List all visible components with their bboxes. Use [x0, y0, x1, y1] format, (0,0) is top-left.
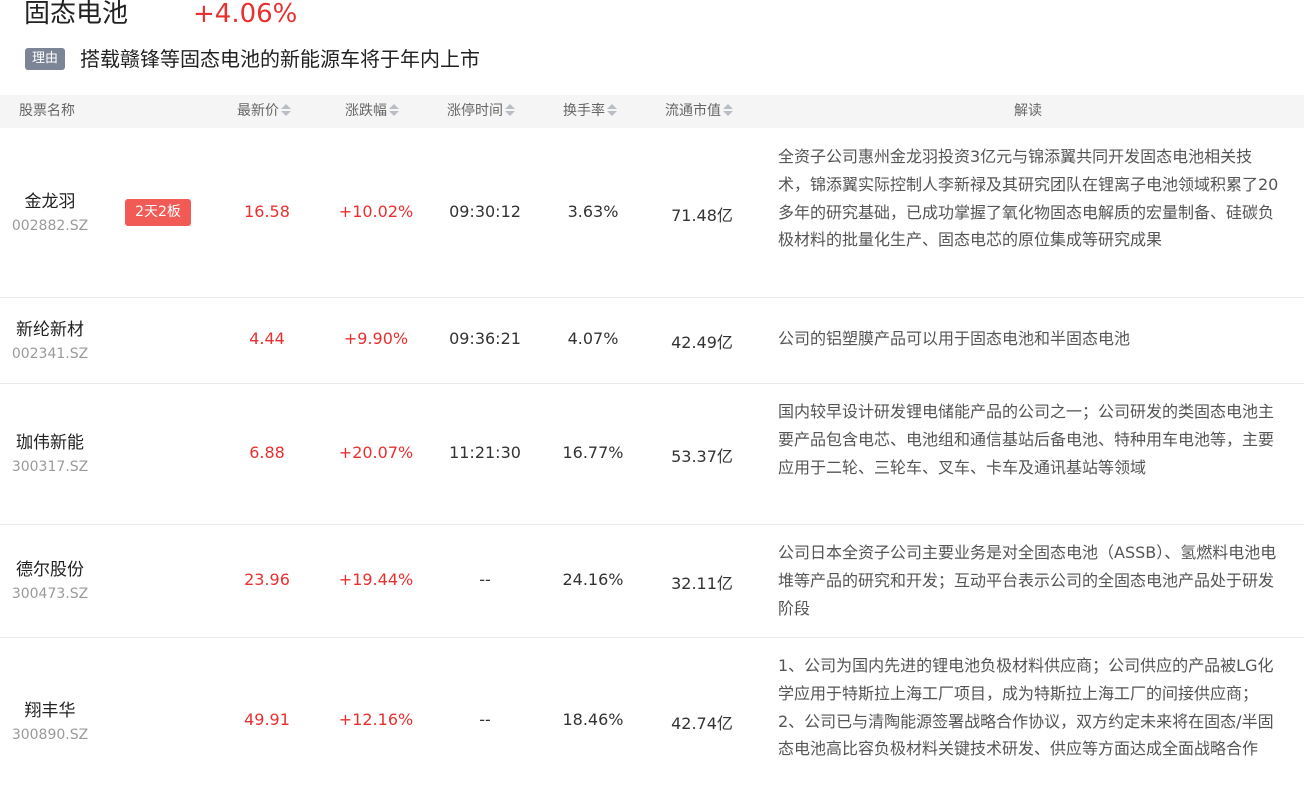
column-float-cap-label: 流通市值 — [665, 103, 721, 119]
stock-code: 300317.SZ — [11, 459, 89, 475]
float-market-cap: 32.11亿 — [671, 574, 733, 593]
column-price[interactable]: 最新价 — [237, 95, 291, 128]
limit-up-time: 09:30:12 — [449, 202, 521, 221]
stock-comment: 1、公司为国内先进的锂电池负极材料供应商；公司供应的产品被LG化学应用于特斯拉上… — [778, 656, 1274, 759]
sort-icon[interactable] — [389, 103, 399, 117]
stock-code: 002882.SZ — [11, 218, 89, 234]
stock-name[interactable]: 珈伟新能 — [0, 428, 100, 453]
table-header: 股票名称 最新价 涨跌幅 涨停时间 换手率 流通市值 解读 — [0, 95, 1304, 128]
column-float-cap[interactable]: 流通市值 — [665, 95, 733, 128]
reason-text: 搭载赣锋等固态电池的新能源车将于年内上市 — [80, 47, 480, 71]
table-row[interactable]: 新纶新材 002341.SZ 4.44 +9.90% 09:36:21 4.07… — [0, 298, 1304, 384]
turnover-rate: 4.07% — [567, 329, 619, 348]
sort-icon[interactable] — [607, 103, 617, 117]
sector-header: 固态电池 +4.06% 理由 搭载赣锋等固态电池的新能源车将于年内上市 — [0, 0, 1304, 95]
turnover-rate: 18.46% — [562, 710, 624, 729]
table-row[interactable]: 金龙羽 002882.SZ 2天2板 16.58 +10.02% 09:30:1… — [0, 128, 1304, 298]
limit-up-time: 09:36:21 — [449, 329, 521, 348]
price-change: +12.16% — [338, 710, 414, 729]
latest-price: 4.44 — [249, 329, 285, 348]
price-change: +19.44% — [338, 570, 414, 589]
stock-comment: 全资子公司惠州金龙羽投资3亿元与锦添翼共同开发固态电池相关技术，锦添翼实际控制人… — [778, 147, 1279, 250]
column-limit-time-label: 涨停时间 — [447, 103, 503, 119]
stock-name[interactable]: 新纶新材 — [0, 315, 100, 340]
latest-price: 6.88 — [249, 443, 285, 462]
table-row[interactable]: 德尔股份 300473.SZ 23.96 +19.44% -- 24.16% 3… — [0, 525, 1304, 638]
price-change: +9.90% — [343, 329, 409, 348]
column-name: 股票名称 — [19, 95, 75, 128]
column-price-label: 最新价 — [237, 103, 279, 119]
limit-up-time: 11:21:30 — [449, 443, 521, 462]
column-comment: 解读 — [1014, 95, 1042, 128]
price-change: +20.07% — [338, 443, 414, 462]
stock-comment: 公司的铝塑膜产品可以用于固态电池和半固态电池 — [778, 329, 1131, 348]
limit-up-time: -- — [479, 570, 491, 589]
turnover-rate: 16.77% — [562, 443, 624, 462]
float-market-cap: 71.48亿 — [671, 206, 733, 225]
price-change: +10.02% — [338, 202, 414, 221]
stock-code: 300890.SZ — [11, 727, 89, 743]
table-row[interactable]: 翔丰华 300890.SZ 49.91 +12.16% -- 18.46% 42… — [0, 638, 1304, 803]
column-turnover[interactable]: 换手率 — [563, 95, 617, 128]
column-turnover-label: 换手率 — [563, 103, 605, 119]
float-market-cap: 42.74亿 — [671, 714, 733, 733]
column-change-label: 涨跌幅 — [345, 103, 387, 119]
reason-tag: 理由 — [25, 48, 65, 70]
streak-badge: 2天2板 — [125, 199, 191, 226]
sort-icon[interactable] — [281, 103, 291, 117]
stock-code: 300473.SZ — [11, 586, 89, 602]
turnover-rate: 3.63% — [567, 202, 619, 221]
limit-up-time: -- — [479, 710, 491, 729]
sector-change: +4.06% — [193, 0, 298, 29]
sort-icon[interactable] — [505, 103, 515, 117]
column-change[interactable]: 涨跌幅 — [345, 95, 399, 128]
stock-name[interactable]: 金龙羽 — [0, 187, 100, 212]
sort-icon[interactable] — [723, 103, 733, 117]
latest-price: 16.58 — [244, 202, 290, 221]
column-name-label: 股票名称 — [19, 103, 75, 119]
latest-price: 23.96 — [244, 570, 290, 589]
stock-name[interactable]: 德尔股份 — [0, 555, 100, 580]
turnover-rate: 24.16% — [562, 570, 624, 589]
sector-name: 固态电池 — [24, 0, 129, 29]
column-limit-time[interactable]: 涨停时间 — [447, 95, 515, 128]
table-row[interactable]: 珈伟新能 300317.SZ 6.88 +20.07% 11:21:30 16.… — [0, 384, 1304, 525]
column-comment-label: 解读 — [1014, 103, 1042, 119]
stock-comment: 公司日本全资子公司主要业务是对全固态电池（ASSB）、氢燃料电池电堆等产品的研究… — [778, 543, 1277, 618]
float-market-cap: 42.49亿 — [671, 333, 733, 352]
stock-name[interactable]: 翔丰华 — [0, 696, 100, 721]
latest-price: 49.91 — [244, 710, 290, 729]
stock-comment: 国内较早设计研发锂电储能产品的公司之一；公司研发的类固态电池主要产品包含电芯、电… — [778, 402, 1275, 477]
float-market-cap: 53.37亿 — [671, 447, 733, 466]
stock-code: 002341.SZ — [11, 346, 89, 362]
